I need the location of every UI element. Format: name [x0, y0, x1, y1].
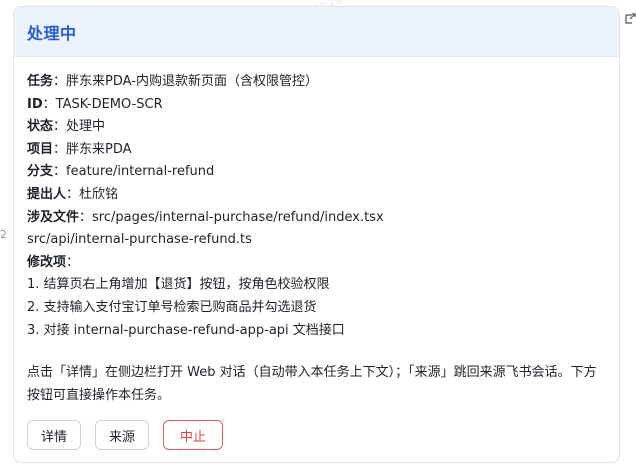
- changes-label: 修改项: [27, 254, 67, 270]
- help-note: 点击「详情」在侧边栏打开 Web 对话（自动带入本任务上下文）；「来源」跳回来源…: [27, 365, 597, 404]
- card-body: 任务：胖东来PDA-内购退款新页面（含权限管控） ID：TASK-DEMO-SC…: [14, 57, 619, 407]
- field-value: TASK-DEMO-SCR: [55, 96, 163, 112]
- card-title: 处理中: [27, 23, 77, 43]
- field-label: 任务: [27, 74, 54, 89]
- changes-heading: 修改项：: [27, 254, 80, 270]
- field-value: 杜欣铭: [79, 186, 119, 202]
- task-card: 处理中 任务：胖东来PDA-内购退款新页面（含权限管控） ID：TASK-DEM…: [13, 6, 620, 463]
- stop-button[interactable]: 中止: [163, 420, 224, 450]
- edge-number: 2: [0, 228, 7, 241]
- field-label: 涉及文件: [27, 209, 80, 225]
- change-item: 1. 结算页右上角增加【退货】按钮，按角色校验权限: [27, 277, 330, 293]
- field-files: 涉及文件：src/pages/internal-purchase/refund/…: [27, 209, 384, 225]
- field-id: ID：TASK-DEMO-SCR: [27, 96, 163, 112]
- source-button[interactable]: 来源: [95, 420, 150, 450]
- details-button[interactable]: 详情: [27, 420, 82, 450]
- field-value: src/pages/internal-purchase/refund/index…: [92, 209, 384, 225]
- field-label: 提出人: [27, 186, 67, 202]
- external-link-icon[interactable]: [624, 12, 636, 26]
- field-value: feature/internal-refund: [66, 164, 215, 180]
- field-value: 胖东来PDA-内购退款新页面（含权限管控）: [66, 74, 318, 89]
- change-item: 2. 支持输入支付宝订单号检索已购商品并勾选退货: [27, 299, 317, 315]
- change-item: 3. 对接 internal-purchase-refund-app-api 文…: [27, 322, 345, 338]
- field-value: 处理中: [66, 119, 106, 135]
- field-project: 项目：胖东来PDA: [27, 141, 132, 157]
- field-task: 任务：胖东来PDA-内购退款新页面（含权限管控）: [27, 74, 318, 89]
- field-label: ID: [27, 96, 43, 112]
- field-branch: 分支：feature/internal-refund: [27, 164, 215, 180]
- field-label: 分支: [27, 164, 54, 180]
- field-label: 项目: [27, 141, 54, 157]
- field-submitter: 提出人：杜欣铭: [27, 186, 119, 202]
- action-buttons: 详情 来源 中止: [27, 420, 224, 450]
- field-status: 状态：处理中: [27, 119, 106, 135]
- card-header: 处理中: [14, 7, 619, 57]
- field-value: 胖东来PDA: [66, 141, 132, 157]
- field-files-continuation: src/api/internal-purchase-refund.ts: [27, 232, 252, 248]
- field-label: 状态: [27, 119, 54, 135]
